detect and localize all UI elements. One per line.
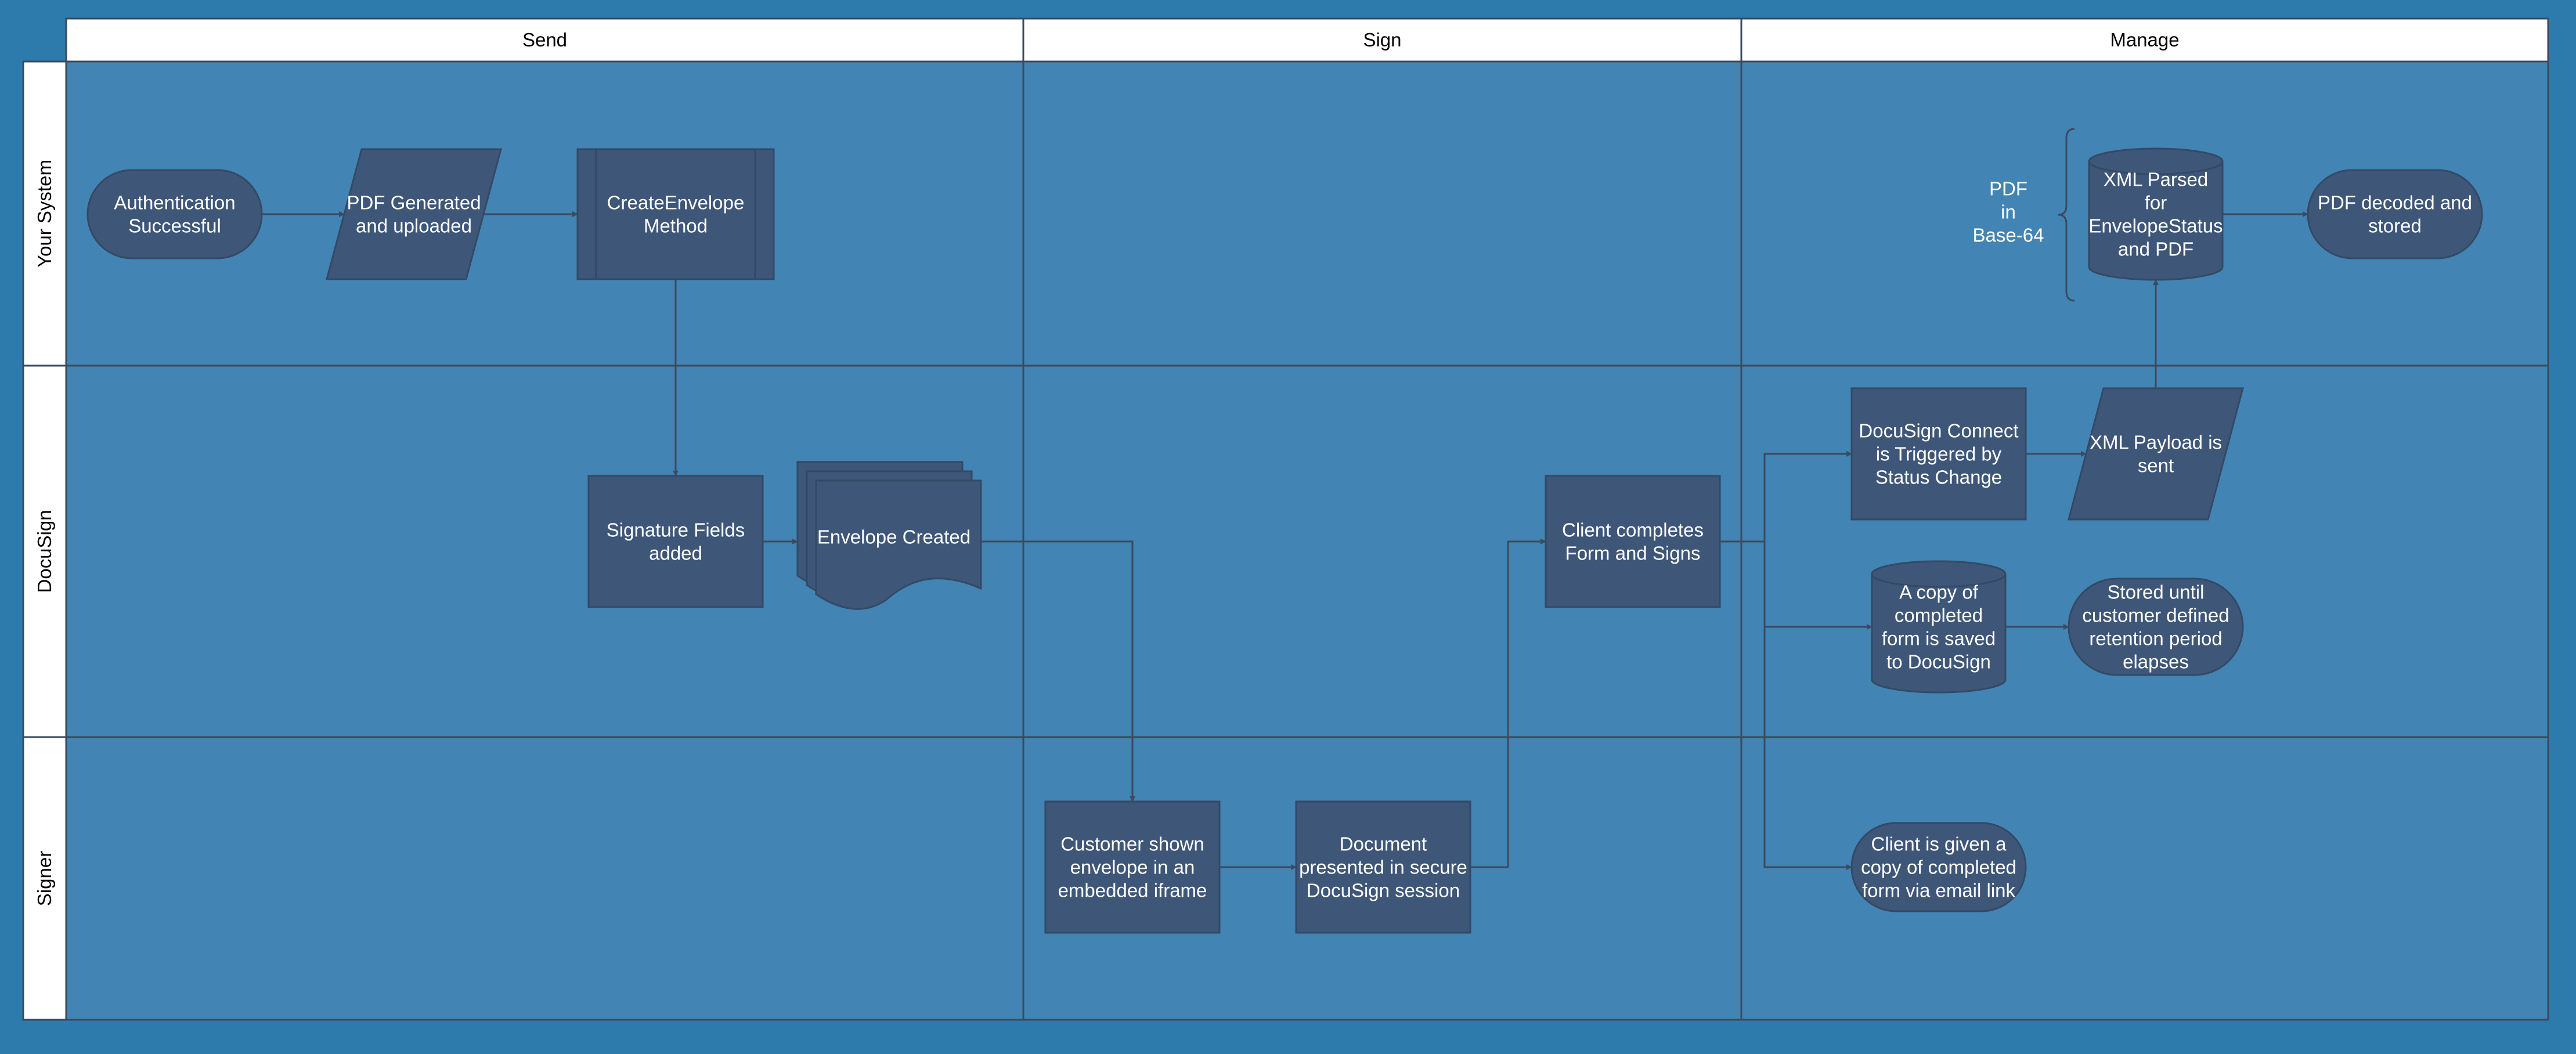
node-text-line: Client completes [1562, 519, 1704, 541]
node-text-line: Customer shown [1060, 833, 1204, 855]
node-text-line: embedded iframe [1058, 880, 1207, 901]
node-text-line: envelope in an [1070, 857, 1195, 878]
node-text-line: to DocuSign [1886, 651, 1991, 673]
swimlane-diagram: Send Sign Manage Your System DocuSign Signer … [0, 0, 2576, 1051]
node-sigfields[interactable]: Signature Fieldsadded [587, 475, 764, 608]
node-text-line: and uploaded [356, 215, 472, 237]
node-text-line: Status Change [1875, 467, 2002, 488]
lane-label: DocuSign [34, 510, 55, 593]
node-xmlparsed[interactable]: XML ParsedforEnvelopeStatusand PDF [2088, 147, 2224, 281]
node-decoded[interactable]: PDF decoded andstored [2307, 169, 2483, 259]
node-text-line: Form and Signs [1565, 543, 1701, 564]
node-text-line: stored [2368, 215, 2422, 237]
node-text-line: is Triggered by [1876, 443, 2002, 465]
node-client[interactable]: Client completesForm and Signs [1545, 475, 1721, 608]
column-header-manage: Manage [1740, 17, 2549, 63]
node-text-line: added [649, 543, 702, 564]
node-text-line: Successful [128, 215, 221, 237]
node-text-line: Envelope Created [817, 526, 970, 548]
node-text-line: retention period [2089, 628, 2222, 649]
node-text-line: CreateEnvelope [607, 192, 745, 214]
column-label: Send [522, 29, 567, 50]
diagram-canvas: Send Sign ManageYour SystemDocuSignSigner … [22, 17, 2549, 1021]
node-connect[interactable]: DocuSign Connectis Triggered byStatus Ch… [1850, 387, 2027, 521]
node-text-line: and PDF [2118, 239, 2193, 260]
node-text-line: XML Parsed [2104, 169, 2208, 190]
node-text-line: Stored until [2108, 582, 2205, 603]
lane-header-your-system: Your System [22, 60, 67, 367]
node-auth[interactable]: AuthenticationSuccessful [86, 169, 263, 259]
node-text-line: completed [1895, 605, 1983, 626]
node-stored[interactable]: Stored untilcustomer definedretention pe… [2068, 577, 2244, 676]
node-session[interactable]: Documentpresented in secureDocuSign sess… [1295, 800, 1471, 934]
node-text-line: XML Payload is [2090, 432, 2222, 453]
lane-label: Signer [34, 851, 55, 906]
node-text-line: A copy of [1899, 582, 1979, 603]
node-text-line: for [2145, 192, 2167, 214]
node-text-line: PDF Generated [347, 192, 481, 214]
node-text-line: elapses [2123, 651, 2189, 673]
node-text-line: Client is given a [1871, 833, 2007, 855]
node-text-line: PDF [1989, 178, 2027, 200]
node-emaillink[interactable]: Client is given acopy of completedform v… [1850, 822, 2027, 912]
node-text-line: Authentication [114, 192, 235, 214]
node-text-line: EnvelopeStatus [2088, 215, 2223, 237]
lane-header-signer: Signer [22, 736, 67, 1021]
node-text-line: copy of completed [1861, 857, 2016, 878]
node-text-line: in [2001, 201, 2016, 223]
node-text-line: presented in secure [1299, 857, 1467, 878]
column-label: Manage [2110, 29, 2179, 50]
node-text-line: DocuSign session [1307, 880, 1460, 901]
column-label: Sign [1363, 29, 1401, 50]
node-text-line: form via email link [1862, 880, 2016, 901]
node-text-line: Method [644, 215, 708, 237]
node-create[interactable]: CreateEnvelopeMethod [576, 148, 775, 280]
node-text-line: sent [2138, 455, 2174, 477]
node-text-line: form is saved [1882, 628, 1996, 649]
node-iframe[interactable]: Customer shownenvelope in anembedded ifr… [1044, 800, 1221, 934]
node-text-line: DocuSign Connect [1859, 420, 2018, 442]
lane-label: Your System [34, 160, 55, 268]
node-copy[interactable]: A copy ofcompletedform is savedto DocuSi… [1871, 560, 2007, 694]
node-text-line: customer defined [2082, 605, 2229, 626]
column-header-send: Send [65, 17, 1024, 63]
node-text-line: Document [1340, 833, 1427, 855]
node-text-line: Signature Fields [607, 519, 745, 541]
lane-header-docusign: DocuSign [22, 364, 67, 738]
column-header-sign: Sign [1022, 17, 1742, 63]
node-text-line: PDF decoded and [2318, 192, 2472, 214]
node-text-line: Base-64 [1973, 225, 2044, 246]
